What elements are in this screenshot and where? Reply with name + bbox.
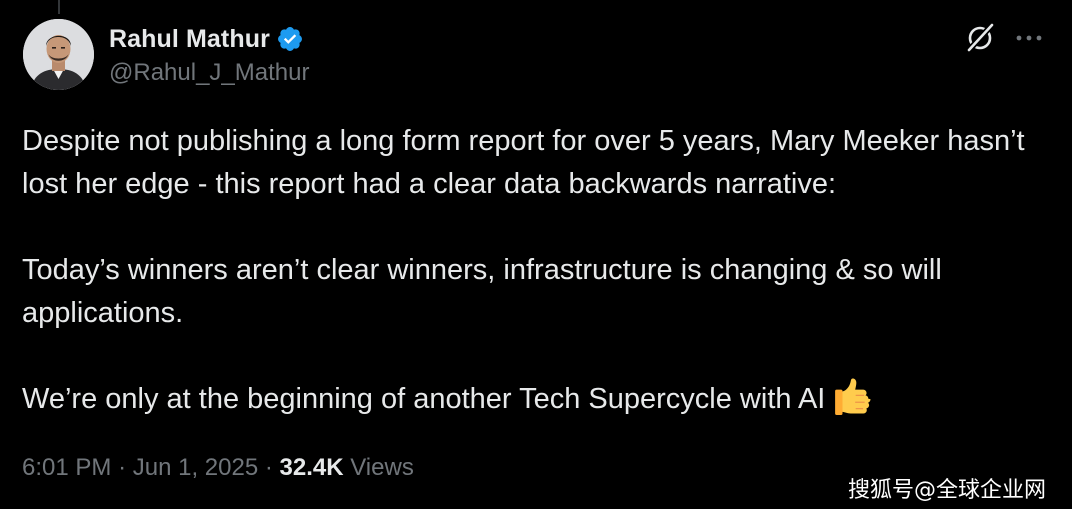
tweet-time[interactable]: 6:01 PM bbox=[22, 454, 111, 481]
author-block: Rahul Mathur @Rahul_J_Mathur bbox=[109, 22, 309, 87]
views-label: Views bbox=[350, 454, 414, 481]
more-options-icon[interactable] bbox=[1014, 23, 1044, 53]
verified-badge-icon[interactable] bbox=[276, 25, 304, 53]
thread-connector-line bbox=[58, 0, 60, 14]
tweet-paragraph-text: We’re only at the beginning of another T… bbox=[22, 383, 826, 415]
avatar-photo bbox=[23, 19, 94, 90]
views-count: 32.4K bbox=[279, 454, 344, 481]
tweet-paragraph: Despite not publishing a long form repor… bbox=[22, 125, 1025, 200]
tweet-paragraph-last: We’re only at the beginning of another T… bbox=[22, 378, 1052, 421]
author-handle[interactable]: @Rahul_J_Mathur bbox=[109, 59, 309, 87]
tweet-text: Despite not publishing a long form repor… bbox=[22, 120, 1052, 421]
meta-separator: · bbox=[118, 454, 127, 481]
tweet-paragraph: Today’s winners aren’t clear winners, in… bbox=[22, 254, 942, 329]
avatar[interactable] bbox=[23, 19, 94, 90]
source-watermark: 搜狐号@全球企业网 bbox=[847, 478, 1046, 503]
tweet-meta: 6:01 PM · Jun 1, 2025 · 32.4K Views bbox=[22, 454, 414, 482]
tweet-date[interactable]: Jun 1, 2025 bbox=[133, 454, 258, 481]
grok-icon[interactable] bbox=[964, 22, 996, 54]
meta-separator: · bbox=[264, 454, 273, 481]
author-name-row: Rahul Mathur bbox=[109, 22, 309, 56]
thumbs-up-icon bbox=[835, 378, 871, 415]
author-display-name[interactable]: Rahul Mathur bbox=[109, 25, 270, 54]
tweet-top-actions bbox=[964, 22, 1044, 54]
